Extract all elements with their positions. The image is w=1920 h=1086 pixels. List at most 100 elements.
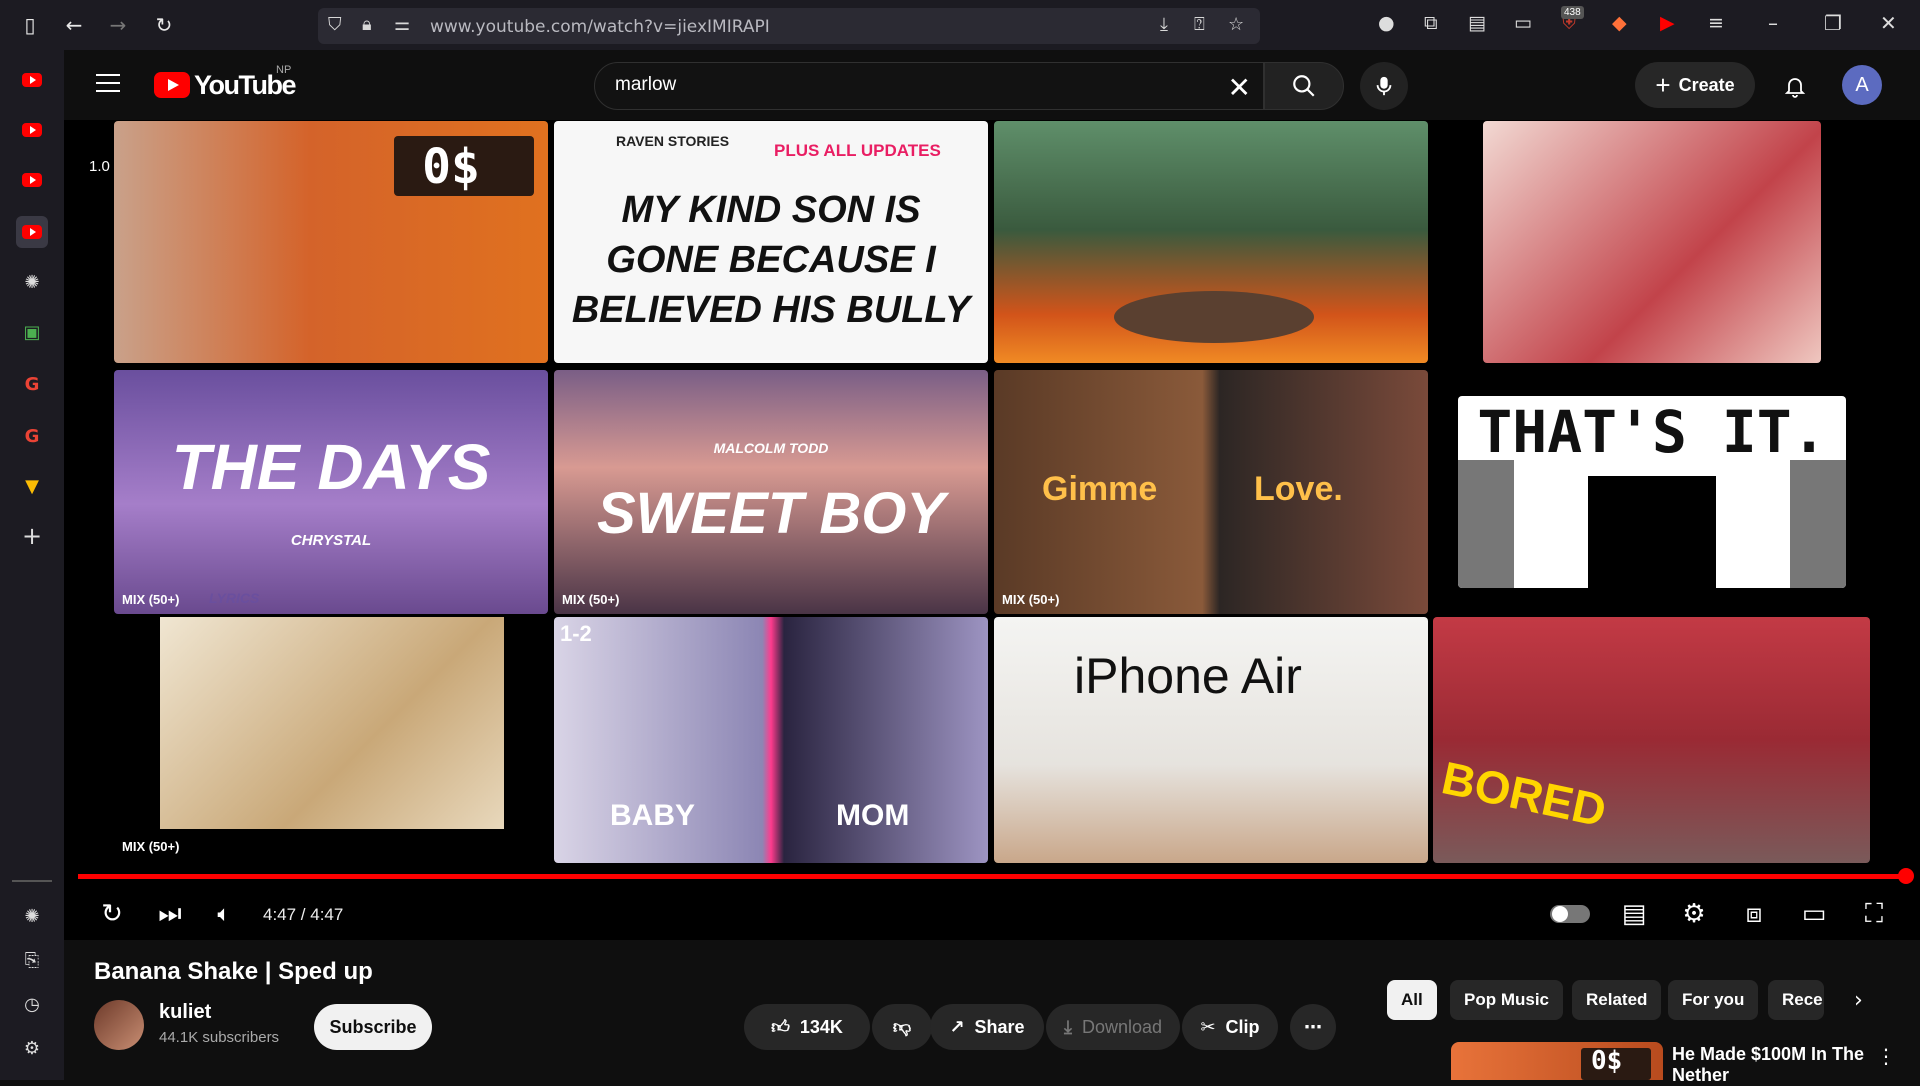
thumb-text: 0$	[422, 139, 480, 195]
clear-search-icon[interactable]: ✕	[1228, 71, 1251, 104]
chip-recently[interactable]: Rece	[1768, 980, 1824, 1020]
sidebar-youtube-active[interactable]	[16, 216, 48, 248]
chip-pop-music[interactable]: Pop Music	[1450, 980, 1564, 1020]
back-icon[interactable]: ←	[52, 0, 96, 50]
more-actions-button[interactable]: ⋯	[1290, 1004, 1336, 1050]
clip-label: Clip	[1225, 1016, 1260, 1037]
channel-name[interactable]: kuliet	[159, 1001, 211, 1024]
sidebar-google-2[interactable]: G	[16, 420, 48, 452]
like-count: 134K	[799, 1016, 843, 1037]
add-panel-icon[interactable]: +	[16, 520, 48, 552]
account-avatar[interactable]: A	[1842, 65, 1882, 105]
end-screen-video-2[interactable]: RAVEN STORIES PLUS ALL UPDATES MY KIND S…	[554, 121, 988, 363]
search-button[interactable]	[1264, 62, 1344, 110]
more-vertical-icon[interactable]: ⋮	[1876, 1044, 1896, 1068]
hamburger-menu-icon[interactable]	[96, 74, 120, 98]
end-screen-video-3[interactable]	[994, 121, 1428, 363]
microphone-icon	[1376, 76, 1392, 96]
sidebar-gemini-icon[interactable]: ▼	[16, 470, 48, 502]
autoplay-toggle[interactable]	[1548, 896, 1592, 932]
chip-all[interactable]: All	[1387, 980, 1437, 1020]
video-player[interactable]: 1.0 0$ RAVEN STORIES PLUS ALL UPDATES MY…	[64, 120, 1920, 940]
more-horizontal-icon: ⋯	[1304, 1016, 1322, 1038]
channel-avatar[interactable]	[94, 1000, 144, 1050]
chip-related[interactable]: Related	[1572, 980, 1662, 1020]
end-screen-mix-2[interactable]: MALCOLM TODD SWEET BOY MIX (50+)	[554, 370, 988, 614]
fox-extension-icon[interactable]: ◆	[1612, 12, 1627, 34]
sidebar-ai-icon[interactable]: ✺	[16, 900, 48, 932]
sidebar-history-icon[interactable]: ◷	[16, 988, 48, 1020]
share-button[interactable]: ↗ Share	[930, 1004, 1044, 1050]
thumb-updates-text: PLUS ALL UPDATES	[774, 141, 941, 160]
archive-icon[interactable]: ▤	[1468, 12, 1486, 34]
youtube-logo-icon[interactable]	[154, 72, 190, 98]
browser-toolbar: ▯ ← → ↻ ⛉ 🔒︎ ⚌ www.youtube.com/watch?v=j…	[0, 0, 1920, 50]
recommendation-thumbnail[interactable]: 0$	[1451, 1042, 1663, 1080]
minimize-icon[interactable]: –	[1768, 11, 1778, 35]
end-screen-video-7[interactable]: iPhone Air	[994, 617, 1428, 863]
restore-icon[interactable]: ❐	[1824, 11, 1842, 35]
end-screen-mix-4[interactable]: MIX (50+)	[114, 617, 548, 863]
thumb-title-text: iPhone Air	[1074, 648, 1302, 704]
replay-icon[interactable]: ↻	[92, 896, 132, 932]
miniplayer-icon[interactable]: ⧈	[1734, 896, 1774, 932]
sidebar-chatgpt[interactable]: ✺	[16, 266, 48, 298]
fullscreen-icon[interactable]: ⛶	[1854, 896, 1894, 932]
search-icon	[1293, 75, 1315, 97]
end-screen-video-6[interactable]: 1-2 BABY MOM	[554, 617, 988, 863]
menu-icon[interactable]: ≡	[1708, 12, 1724, 34]
download-button[interactable]: ⤓ Download	[1046, 1004, 1180, 1050]
end-screen-video-1[interactable]: 0$	[114, 121, 548, 363]
progress-bar[interactable]	[78, 874, 1906, 879]
thumb-right-text: MOM	[836, 799, 910, 832]
next-icon[interactable]: ⏭	[150, 896, 190, 932]
chips-next-icon[interactable]: ›	[1854, 988, 1863, 1013]
tab-manager-icon[interactable]: ▭	[1514, 12, 1532, 34]
thumb-artist-text: CHRYSTAL	[290, 532, 372, 549]
address-bar[interactable]: ⛉ 🔒︎ ⚌ www.youtube.com/watch?v=jiexIMIRA…	[318, 8, 1260, 44]
sidebar-settings-icon[interactable]: ⚙	[16, 1032, 48, 1064]
subtitles-icon[interactable]: ▤	[1614, 896, 1654, 932]
mix-label: MIX (50+)	[122, 839, 180, 854]
like-button[interactable]: 👍︎ 134K	[744, 1004, 870, 1050]
forward-icon[interactable]: →	[96, 0, 140, 50]
sidebar-google-1[interactable]: G	[16, 368, 48, 400]
video-title: Banana Shake | Sped up	[94, 958, 373, 985]
sidebar-youtube-1[interactable]	[16, 64, 48, 96]
extension-avatar-icon[interactable]: ●	[1378, 12, 1395, 34]
sidebar-youtube-3[interactable]	[16, 164, 48, 196]
sidebar-library-icon[interactable]: ⎘	[16, 944, 48, 976]
reload-icon[interactable]: ↻	[142, 0, 186, 50]
sidebar-toggle-icon[interactable]: ▯	[8, 0, 52, 50]
extensions-puzzle-icon[interactable]: ⧉	[1424, 12, 1438, 34]
create-label: Create	[1678, 74, 1735, 95]
thumb-title-text: SWEET BOY	[596, 481, 946, 546]
mix-label: MIX (50+)	[122, 592, 180, 607]
sidebar-youtube-2[interactable]	[16, 114, 48, 146]
end-screen-video-5[interactable]: THAT'S IT.	[1458, 396, 1846, 588]
clip-button[interactable]: ✂ Clip	[1182, 1004, 1278, 1050]
notifications-button[interactable]	[1777, 68, 1813, 104]
chip-for-you[interactable]: For you	[1668, 980, 1759, 1020]
end-screen-video-8[interactable]: BORED	[1433, 617, 1870, 863]
translate-icon[interactable]: ⍰	[1194, 14, 1205, 35]
search-input[interactable]	[615, 74, 1155, 96]
subscribe-button[interactable]: Subscribe	[314, 1004, 432, 1050]
download-page-icon[interactable]: ⤓	[1160, 14, 1168, 35]
settings-gear-icon[interactable]: ⚙	[1674, 896, 1714, 932]
thumb-left-text: BABY	[610, 799, 696, 832]
theater-mode-icon[interactable]: ▭	[1794, 896, 1834, 932]
dislike-button[interactable]: 👎︎	[872, 1004, 932, 1050]
bookmark-star-icon[interactable]: ☆	[1228, 14, 1244, 35]
volume-icon[interactable]: 🔈︎	[204, 896, 244, 932]
create-button[interactable]: + Create	[1635, 62, 1755, 108]
end-screen-mix-3[interactable]: Gimme Love. MIX (50+)	[994, 370, 1428, 614]
close-window-icon[interactable]: ✕	[1880, 11, 1897, 35]
end-screen-mix-1[interactable]: THE DAYS CHRYSTAL LYRICS MIX (50+)	[114, 370, 548, 614]
sidebar-game-icon[interactable]: ▣	[16, 316, 48, 348]
end-screen-video-4[interactable]	[1483, 121, 1821, 363]
voice-search-button[interactable]	[1360, 62, 1408, 110]
scrubber-handle[interactable]	[1898, 868, 1914, 884]
youtube-extension-icon[interactable]: ▶	[1660, 12, 1675, 34]
permissions-icon[interactable]: ⚌	[394, 14, 410, 35]
